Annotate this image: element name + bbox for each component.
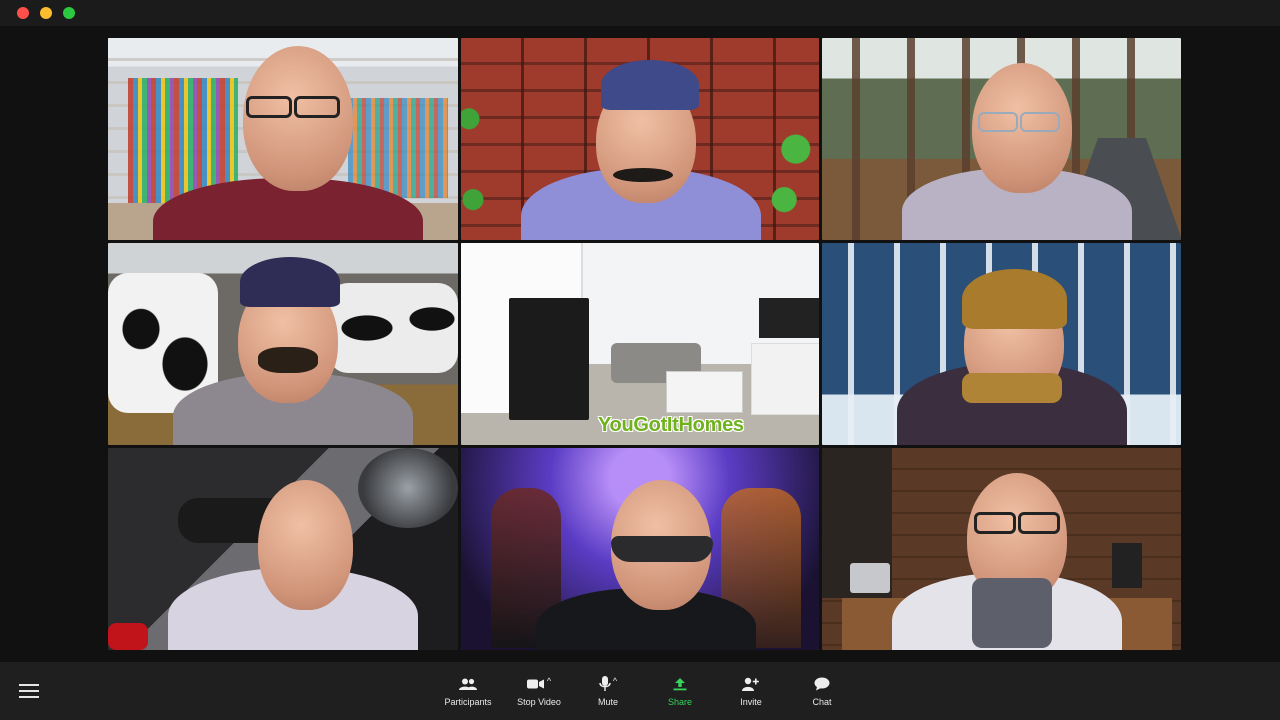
add-person-icon xyxy=(716,674,786,694)
window-titlebar xyxy=(0,0,1280,26)
meeting-gallery: YouGotItHomes xyxy=(0,26,1280,662)
cap xyxy=(240,257,340,307)
glasses xyxy=(974,512,1016,534)
minimize-window-button[interactable] xyxy=(40,7,52,19)
video-camera-icon: ^ xyxy=(504,674,574,694)
video-tile-library[interactable] xyxy=(108,38,458,240)
zoom-window-button[interactable] xyxy=(63,7,75,19)
cap xyxy=(601,60,699,110)
glasses xyxy=(978,112,1018,132)
chevron-up-icon[interactable]: ^ xyxy=(547,676,551,686)
sunglasses xyxy=(611,536,713,562)
yougotithomes-logo: YouGotItHomes xyxy=(598,414,744,436)
video-tile-snowy-forest[interactable] xyxy=(822,243,1181,445)
stop-video-button[interactable]: ^ Stop Video xyxy=(504,674,574,714)
close-window-button[interactable] xyxy=(17,7,29,19)
scarf xyxy=(972,578,1052,648)
mustache xyxy=(258,347,318,373)
participant-head xyxy=(243,46,353,191)
video-tile-spaceship[interactable] xyxy=(108,448,458,650)
invite-button[interactable]: Invite xyxy=(716,674,786,714)
video-tile-brick-wall[interactable] xyxy=(461,38,819,240)
glasses xyxy=(246,96,292,118)
share-button[interactable]: Share xyxy=(645,674,715,714)
chat-bubble-icon xyxy=(787,674,857,694)
video-tile-disco-party[interactable] xyxy=(461,448,819,650)
mute-button[interactable]: ^ Mute xyxy=(573,674,643,714)
glasses xyxy=(1020,112,1060,132)
glasses xyxy=(294,96,340,118)
video-tile-dairy-barn[interactable] xyxy=(108,243,458,445)
video-tile-forest-road[interactable] xyxy=(822,38,1181,240)
chevron-up-icon[interactable]: ^ xyxy=(613,676,617,686)
chat-label: Chat xyxy=(812,697,832,707)
microphone-icon: ^ xyxy=(573,674,643,694)
share-label: Share xyxy=(667,697,693,707)
mute-label: Mute xyxy=(597,697,618,707)
glasses xyxy=(1018,512,1060,534)
stop-video-label: Stop Video xyxy=(517,697,561,707)
participants-label: Participants xyxy=(444,697,492,707)
hamburger-menu-icon[interactable] xyxy=(19,683,39,699)
meeting-controls-toolbar: Participants ^ Stop Video ^ Mute Share I… xyxy=(0,662,1280,720)
invite-label: Invite xyxy=(740,697,762,707)
mustache xyxy=(613,168,673,182)
video-tile-bar-cafe[interactable] xyxy=(822,448,1181,650)
chat-button[interactable]: Chat xyxy=(787,674,857,714)
participants-button[interactable]: Participants xyxy=(433,674,503,714)
scarf xyxy=(962,373,1062,403)
participant-head xyxy=(258,480,353,610)
share-arrow-icon xyxy=(645,674,715,694)
knit-hat xyxy=(962,269,1067,329)
participants-icon xyxy=(433,674,503,694)
